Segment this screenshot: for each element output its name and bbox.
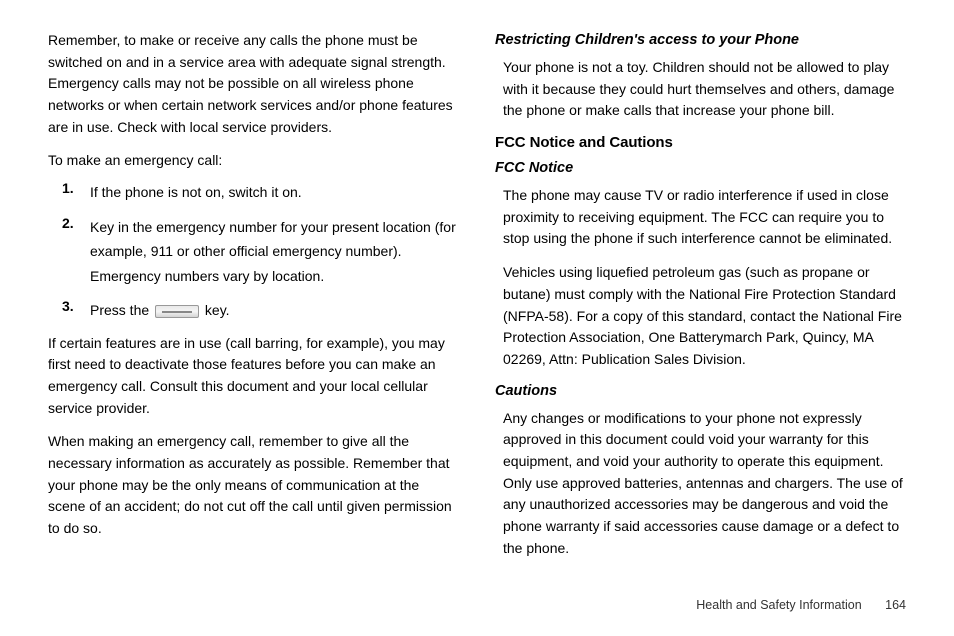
features-paragraph: If certain features are in use (call bar… xyxy=(48,333,459,420)
key-icon xyxy=(155,305,199,318)
step-text: Press the key. xyxy=(90,298,230,323)
cautions-heading: Cautions xyxy=(495,383,906,399)
fcc-interference-paragraph: The phone may cause TV or radio interfer… xyxy=(503,185,906,250)
fcc-notice-subheading: FCC Notice xyxy=(495,160,906,176)
step-number: 3. xyxy=(62,298,90,323)
step-text: If the phone is not on, switch it on. xyxy=(90,180,302,205)
page-number: 164 xyxy=(885,598,906,612)
cautions-paragraph: Any changes or modifications to your pho… xyxy=(503,408,906,560)
intro-paragraph: Remember, to make or receive any calls t… xyxy=(48,30,459,138)
step-2: 2. Key in the emergency number for your … xyxy=(48,215,459,289)
step-text: Key in the emergency number for your pre… xyxy=(90,215,459,289)
fcc-notice-heading: FCC Notice and Cautions xyxy=(495,134,906,151)
page-footer: Health and Safety Information 164 xyxy=(696,598,906,612)
emergency-call-intro: To make an emergency call: xyxy=(48,150,459,172)
emergency-info-paragraph: When making an emergency call, remember … xyxy=(48,431,459,539)
step-1: 1. If the phone is not on, switch it on. xyxy=(48,180,459,205)
restricting-children-heading: Restricting Children's access to your Ph… xyxy=(495,32,906,48)
right-column: Restricting Children's access to your Ph… xyxy=(495,30,906,571)
step-number: 2. xyxy=(62,215,90,289)
step-number: 1. xyxy=(62,180,90,205)
left-column: Remember, to make or receive any calls t… xyxy=(48,30,459,571)
step-text-post: key. xyxy=(201,302,230,318)
step-3: 3. Press the key. xyxy=(48,298,459,323)
children-paragraph: Your phone is not a toy. Children should… xyxy=(503,57,906,122)
step-text-pre: Press the xyxy=(90,302,153,318)
footer-section: Health and Safety Information xyxy=(696,598,861,612)
fcc-vehicle-paragraph: Vehicles using liquefied petroleum gas (… xyxy=(503,262,906,370)
